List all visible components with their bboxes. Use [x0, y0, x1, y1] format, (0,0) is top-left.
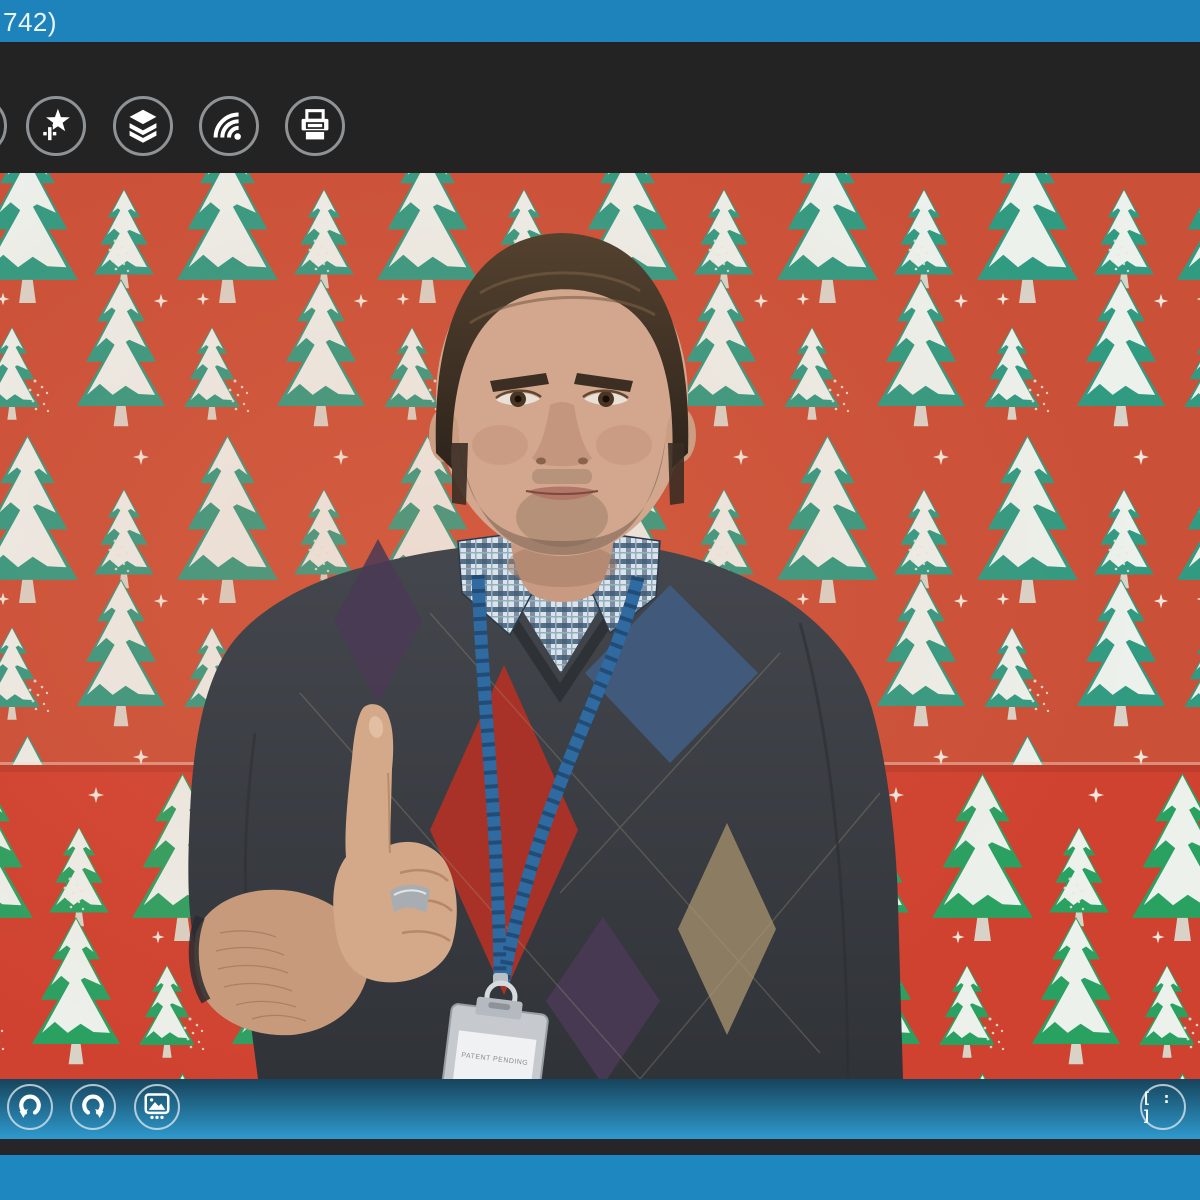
rotate-cw-icon	[73, 1087, 113, 1127]
slideshow-button[interactable]	[134, 1084, 180, 1130]
window-title: 742)	[3, 7, 57, 38]
lower-divider-strip	[0, 1139, 1200, 1155]
layers-icon	[120, 103, 166, 149]
favorite-button[interactable]	[26, 96, 86, 156]
top-toolbar	[0, 42, 1200, 173]
printer-icon	[292, 103, 338, 149]
wireless-share-button[interactable]	[199, 96, 259, 156]
rotate-ccw-icon	[10, 1087, 50, 1127]
photo-man-thumbs-up-christmas-wrap: PATENT PENDING	[0, 173, 1200, 1079]
edge-partial-button[interactable]	[0, 96, 7, 156]
print-button[interactable]	[285, 96, 345, 156]
fit-to-window-button[interactable]: [ : ]	[1140, 1084, 1186, 1130]
title-bar: 742)	[0, 0, 1200, 42]
layers-button[interactable]	[113, 96, 173, 156]
rotate-ccw-button[interactable]	[7, 1084, 53, 1130]
bottom-toolbar: [ : ]	[0, 1079, 1200, 1139]
bottom-status-bar	[0, 1155, 1200, 1200]
photo-viewer-window: 742)	[0, 0, 1200, 1200]
rotate-cw-button[interactable]	[70, 1084, 116, 1130]
star-add-icon	[33, 103, 79, 149]
slideshow-image-icon	[137, 1087, 177, 1127]
fit-to-window-label: [ : ]	[1142, 1089, 1184, 1125]
wireless-share-icon	[206, 103, 252, 149]
photo-canvas[interactable]: PATENT PENDING	[0, 173, 1200, 1079]
